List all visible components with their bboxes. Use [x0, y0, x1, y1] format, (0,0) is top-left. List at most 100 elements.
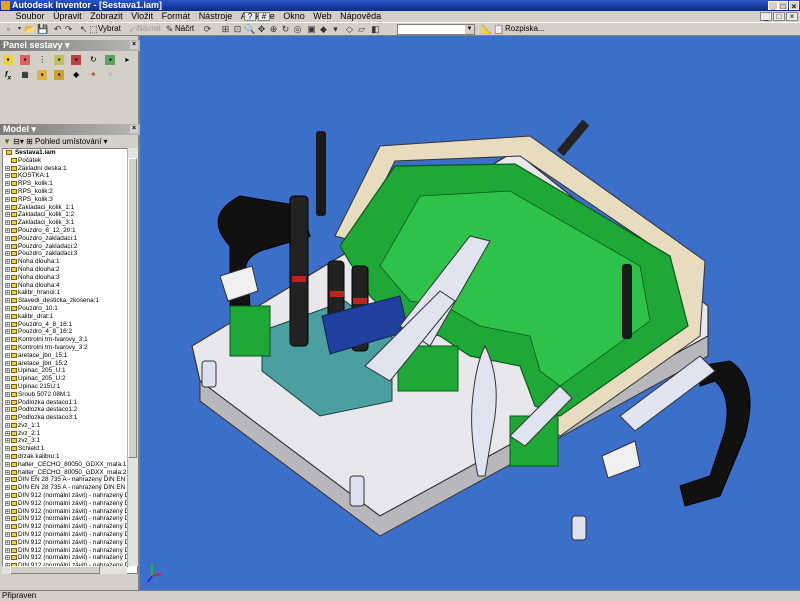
menu-upravit[interactable]: Úpravit — [50, 11, 85, 22]
tree-item[interactable]: + RPS_kolik:1 — [3, 180, 137, 188]
tree-item[interactable]: + Pouzdro_zakladaci:2 — [3, 243, 137, 251]
expand-icon[interactable]: + — [5, 259, 10, 265]
sketch-label[interactable]: Náčrt — [175, 23, 194, 35]
zoom-all-icon[interactable]: ⊞ — [220, 24, 231, 35]
tree-item[interactable]: + Kontrolni trn-tvarovy_3:2 — [3, 344, 137, 352]
display-dropdown-icon[interactable]: ▾ — [330, 24, 341, 35]
tree-item[interactable]: + DIN EN 28 735 A - nahrazený DIN EN I — [3, 476, 137, 484]
expand-icon[interactable]: + — [5, 454, 10, 460]
tree-vertical-scrollbar[interactable] — [127, 148, 138, 566]
expand-icon[interactable]: + — [5, 251, 10, 257]
menu-okno[interactable]: Okno — [280, 11, 308, 22]
expand-icon[interactable]: + — [5, 235, 10, 241]
expand-icon[interactable]: + — [5, 196, 10, 202]
tree-item[interactable]: + Upinac_205_U:2 — [3, 375, 137, 383]
weld-icon[interactable]: ✧ — [105, 70, 115, 80]
tree-item[interactable]: + zvz_1:1 — [3, 422, 137, 430]
expand-icon[interactable]: + — [5, 547, 10, 553]
measure-icon[interactable]: 📐 — [481, 24, 492, 35]
model-filter-label[interactable]: Pohled umístování — [35, 137, 101, 146]
rotate-icon[interactable]: ↻ — [280, 24, 291, 35]
replace-icon[interactable]: ▪ — [105, 55, 116, 65]
tree-item[interactable]: + Zakladaci_kolik_1:1 — [3, 204, 137, 212]
expand-icon[interactable]: + — [5, 485, 10, 491]
expand-icon[interactable]: + — [5, 438, 10, 444]
expand-icon[interactable]: + — [5, 274, 10, 280]
plane-icon[interactable]: ▪ — [37, 70, 48, 80]
new-icon[interactable]: ▫ — [3, 24, 14, 35]
placement-view-icon[interactable]: ⊞ — [26, 137, 33, 146]
expand-icon[interactable]: + — [5, 321, 10, 327]
tree-item[interactable]: + Pouzdro_8_12_20:1 — [3, 227, 137, 235]
rotate-component-icon[interactable]: ↻ — [88, 55, 98, 65]
maximize-button[interactable]: □ — [778, 1, 788, 11]
expand-icon[interactable]: + — [5, 165, 10, 171]
tree-item[interactable]: + DIN 912 (normální závit) - nahrazený D — [3, 515, 137, 523]
tree-options-icon[interactable]: ⊟▾ — [13, 137, 24, 146]
tree-item[interactable]: + DIN 912 (normální závit) - nahrazený D — [3, 500, 137, 508]
view-cube-icon[interactable]: ▣ — [306, 24, 317, 35]
tree-item[interactable]: + DIN EN 28 735 A - nahrazený DIN EN I — [3, 484, 137, 492]
expand-icon[interactable]: + — [5, 329, 10, 335]
tree-item[interactable]: + zvz_3:1 — [3, 437, 137, 445]
tree-item[interactable]: + Zakladaci_kolik_1:2 — [3, 211, 137, 219]
tree-item[interactable]: + aretace_jbn_15:2 — [3, 360, 137, 368]
menu-napoveda[interactable]: Nápověda — [337, 11, 384, 22]
expand-icon[interactable]: + — [5, 508, 10, 514]
expand-icon[interactable]: + — [5, 282, 10, 288]
tree-item[interactable]: + kalibr_drat:1 — [3, 313, 137, 321]
tree-item[interactable]: + Pouzdro_zakladaci:3 — [3, 250, 137, 258]
expand-icon[interactable]: + — [5, 469, 10, 475]
expand-icon[interactable]: + — [5, 173, 10, 179]
tree-item[interactable]: + Základní deska:1 — [3, 165, 137, 173]
tree-item[interactable]: + kalibr_hranol:1 — [3, 289, 137, 297]
bom-icon[interactable]: 📋 — [493, 24, 504, 35]
close-icon[interactable]: × — [130, 41, 138, 49]
tree-item[interactable]: + DIN 912 (normální závit) - nahrazený D — [3, 492, 137, 500]
tree-item[interactable]: + drzak kalibru:1 — [3, 453, 137, 461]
tree-item[interactable]: + DIN 912 (normální závit) - nahrazený D — [3, 554, 137, 562]
doc-close-button[interactable]: × — [786, 12, 798, 21]
place-component-icon[interactable]: ▪ — [3, 55, 13, 65]
pattern-icon[interactable]: ⋮ — [37, 55, 47, 65]
pan-icon[interactable]: ✥ — [256, 24, 267, 35]
expand-icon[interactable]: + — [5, 368, 10, 374]
tree-item[interactable]: + KOSTKA:1 — [3, 172, 137, 180]
close-icon[interactable]: × — [130, 125, 138, 133]
style-combo[interactable]: ▼ — [397, 24, 475, 35]
tree-item[interactable]: + Upinac_205_U:1 — [3, 367, 137, 375]
expand-icon[interactable]: + — [5, 430, 10, 436]
expand-icon[interactable]: + — [5, 360, 10, 366]
perspective-icon[interactable]: ▱ — [356, 24, 367, 35]
tree-item[interactable]: + Podlozka destaco3:1 — [3, 414, 137, 422]
scroll-thumb[interactable] — [10, 566, 100, 574]
mirror-icon[interactable]: ▸ — [122, 55, 132, 65]
expand-icon[interactable]: + — [5, 181, 10, 187]
expand-icon[interactable]: + — [5, 415, 10, 421]
tree-horizontal-scrollbar[interactable] — [2, 566, 127, 574]
tree-item[interactable]: + Podlozka destaco1:1 — [3, 399, 137, 407]
open-icon[interactable]: 📂 — [24, 24, 35, 35]
tree-item[interactable]: + zvz_2:1 — [3, 430, 137, 438]
create-component-icon[interactable]: ▪ — [20, 55, 31, 65]
expand-icon[interactable]: + — [5, 461, 10, 467]
model-header[interactable]: Model ▾ × — [0, 124, 140, 135]
tree-item[interactable]: + DIN 912 (normální závit) - nahrazený D — [3, 531, 137, 539]
redo-icon[interactable]: ↷ — [63, 24, 74, 35]
expand-icon[interactable]: + — [5, 555, 10, 561]
expand-icon[interactable]: + — [5, 352, 10, 358]
tree-item[interactable]: + Pouzdro_zakladaci:1 — [3, 235, 137, 243]
chevron-down-icon[interactable]: ▼ — [465, 25, 474, 34]
tree-item[interactable]: + DIN 912 (normální závit) - nahrazený D — [3, 547, 137, 555]
tree-root[interactable]: Sestava1.iam — [3, 149, 137, 157]
expand-icon[interactable]: + — [5, 407, 10, 413]
tree-item[interactable]: + Noha dlouha:4 — [3, 282, 137, 290]
undo-icon[interactable]: ↶ — [52, 24, 63, 35]
tree-item[interactable]: + Noha dlouha:2 — [3, 266, 137, 274]
tree-item[interactable]: + Upinac 215U:1 — [3, 383, 137, 391]
tree-item[interactable]: + Sroub 5072 08M:1 — [3, 391, 137, 399]
move-component-icon[interactable]: ▪ — [71, 55, 82, 65]
tree-item[interactable]: + halter_CECHO_80050_GDXX_mala:2 — [3, 469, 137, 477]
tree-item[interactable]: + Pouzdro_4_8_16:2 — [3, 328, 137, 336]
expand-icon[interactable]: + — [5, 422, 10, 428]
